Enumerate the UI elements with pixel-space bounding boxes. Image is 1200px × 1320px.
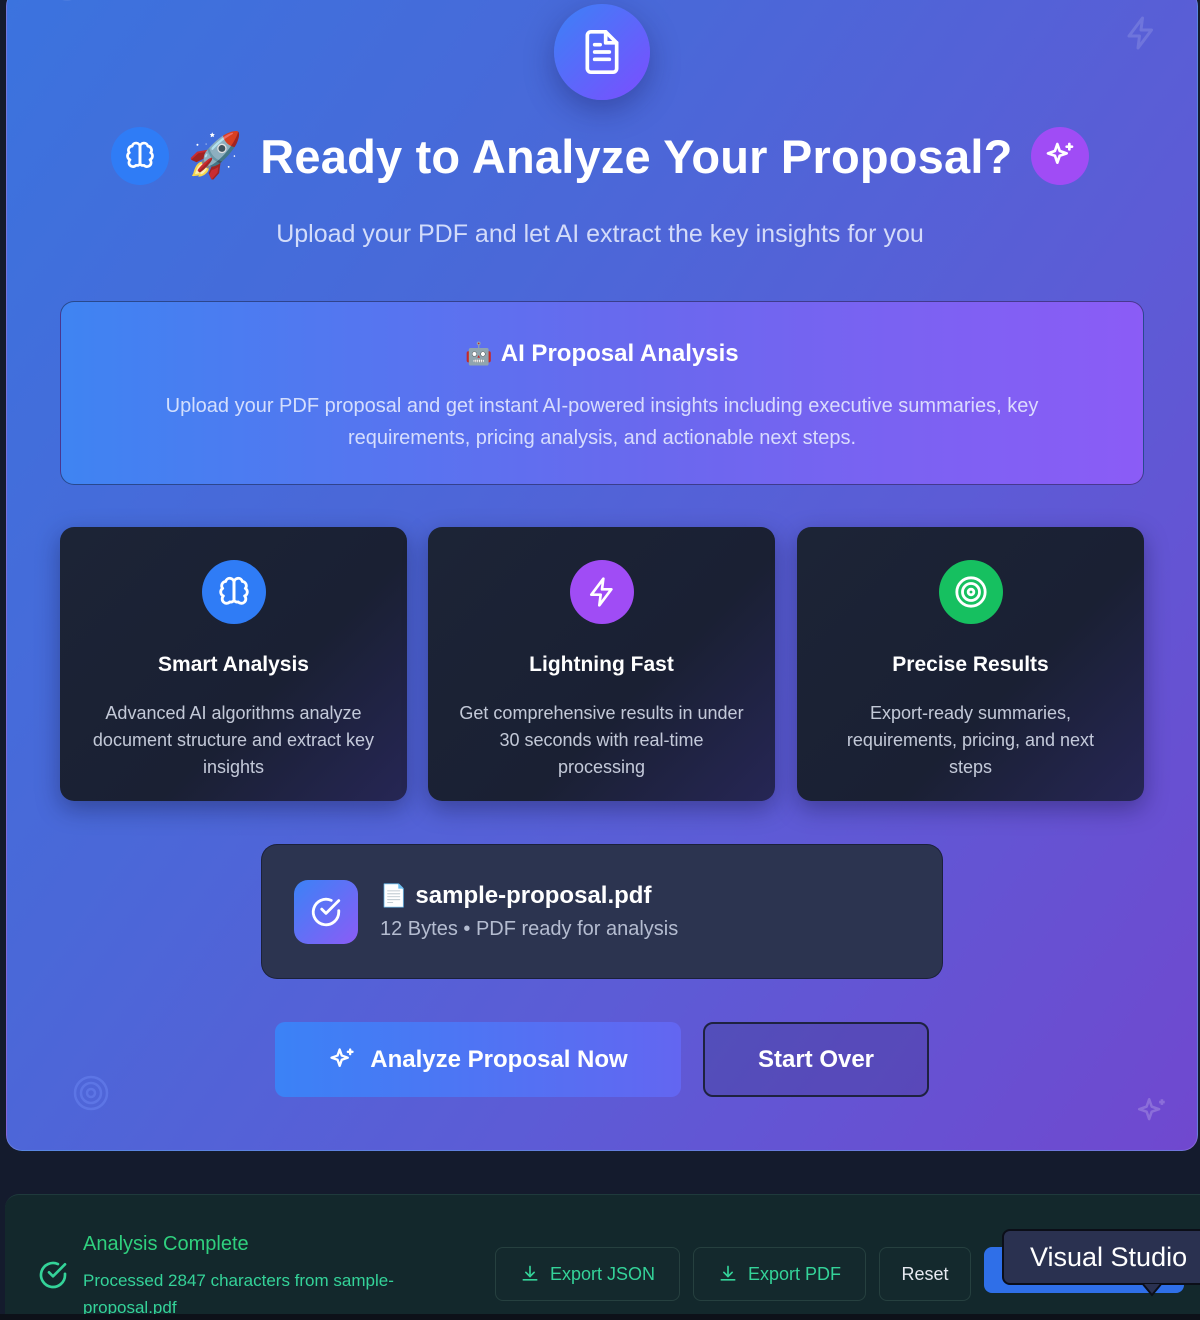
reset-button[interactable]: Reset [879,1247,971,1301]
sparkles-icon [330,1047,354,1067]
file-name: sample-proposal.pdf [415,882,652,909]
title-row: 🚀 Ready to Analyze Your Proposal? [0,120,1200,192]
decor-sparkles-icon [1137,1097,1165,1121]
decor-brain-icon [62,0,72,1]
file-name-row: 📄 sample-proposal.pdf [380,882,651,910]
analyze-proposal-button[interactable]: Analyze Proposal Now [275,1022,681,1097]
feature-card-smart-analysis: Smart Analysis Advanced AI algorithms an… [60,527,407,801]
feature-description: Advanced AI algorithms analyze document … [92,703,375,777]
rocket-emoji: 🚀 [187,130,243,181]
sparkles-icon [1030,127,1089,185]
info-banner-description: Upload your PDF proposal and get instant… [165,395,1039,449]
document-icon [554,4,650,100]
download-icon [720,1265,736,1281]
selected-file-card: 📄 sample-proposal.pdf 12 Bytes • PDF rea… [261,844,943,979]
tooltip-arrow [1142,1283,1162,1297]
export-pdf-label: Export PDF [747,1263,842,1284]
feature-description: Export-ready summaries, requirements, pr… [846,703,1095,777]
page-subtitle: Upload your PDF and let AI extract the k… [276,220,924,248]
feature-card-lightning-fast: Lightning Fast Get comprehensive results… [428,527,775,801]
tooltip: Visual Studio [1002,1229,1200,1285]
page: 🚀 Ready to Analyze Your Proposal? Upload… [0,0,1200,1320]
download-icon [522,1265,538,1281]
export-pdf-button[interactable]: Export PDF [693,1247,866,1301]
brain-icon [111,127,170,185]
feature-description: Get comprehensive results in under 30 se… [459,703,744,777]
page-title: Ready to Analyze Your Proposal? [260,129,1013,183]
status-title: Analysis Complete [83,1233,249,1255]
export-json-button[interactable]: Export JSON [495,1247,680,1301]
file-meta: 12 Bytes • PDF ready for analysis [380,918,679,940]
lightning-icon [569,560,634,624]
decor-lightning-icon [1127,16,1153,50]
info-banner-title: AI Proposal Analysis [500,340,739,367]
brain-icon [201,560,266,624]
start-over-button[interactable]: Start Over [703,1022,929,1097]
info-banner-title-row: 🤖 AI Proposal Analysis [61,340,1143,368]
analyze-proposal-label: Analyze Proposal Now [370,1045,628,1073]
status-description: Processed 2847 characters from sample-pr… [83,1271,394,1317]
window-bottom-edge [0,1314,1200,1320]
feature-title: Precise Results [892,653,1049,676]
feature-title: Lightning Fast [529,653,674,676]
file-emoji: 📄 [380,883,408,908]
feature-title: Smart Analysis [158,653,309,676]
export-json-label: Export JSON [549,1263,656,1284]
info-banner: 🤖 AI Proposal Analysis Upload your PDF p… [60,301,1144,485]
decor-target-icon [73,1075,109,1111]
check-circle-icon [39,1261,67,1289]
robot-emoji: 🤖 [465,341,493,366]
check-circle-icon [294,880,358,944]
feature-card-precise-results: Precise Results Export-ready summaries, … [797,527,1144,801]
target-icon [938,560,1003,624]
